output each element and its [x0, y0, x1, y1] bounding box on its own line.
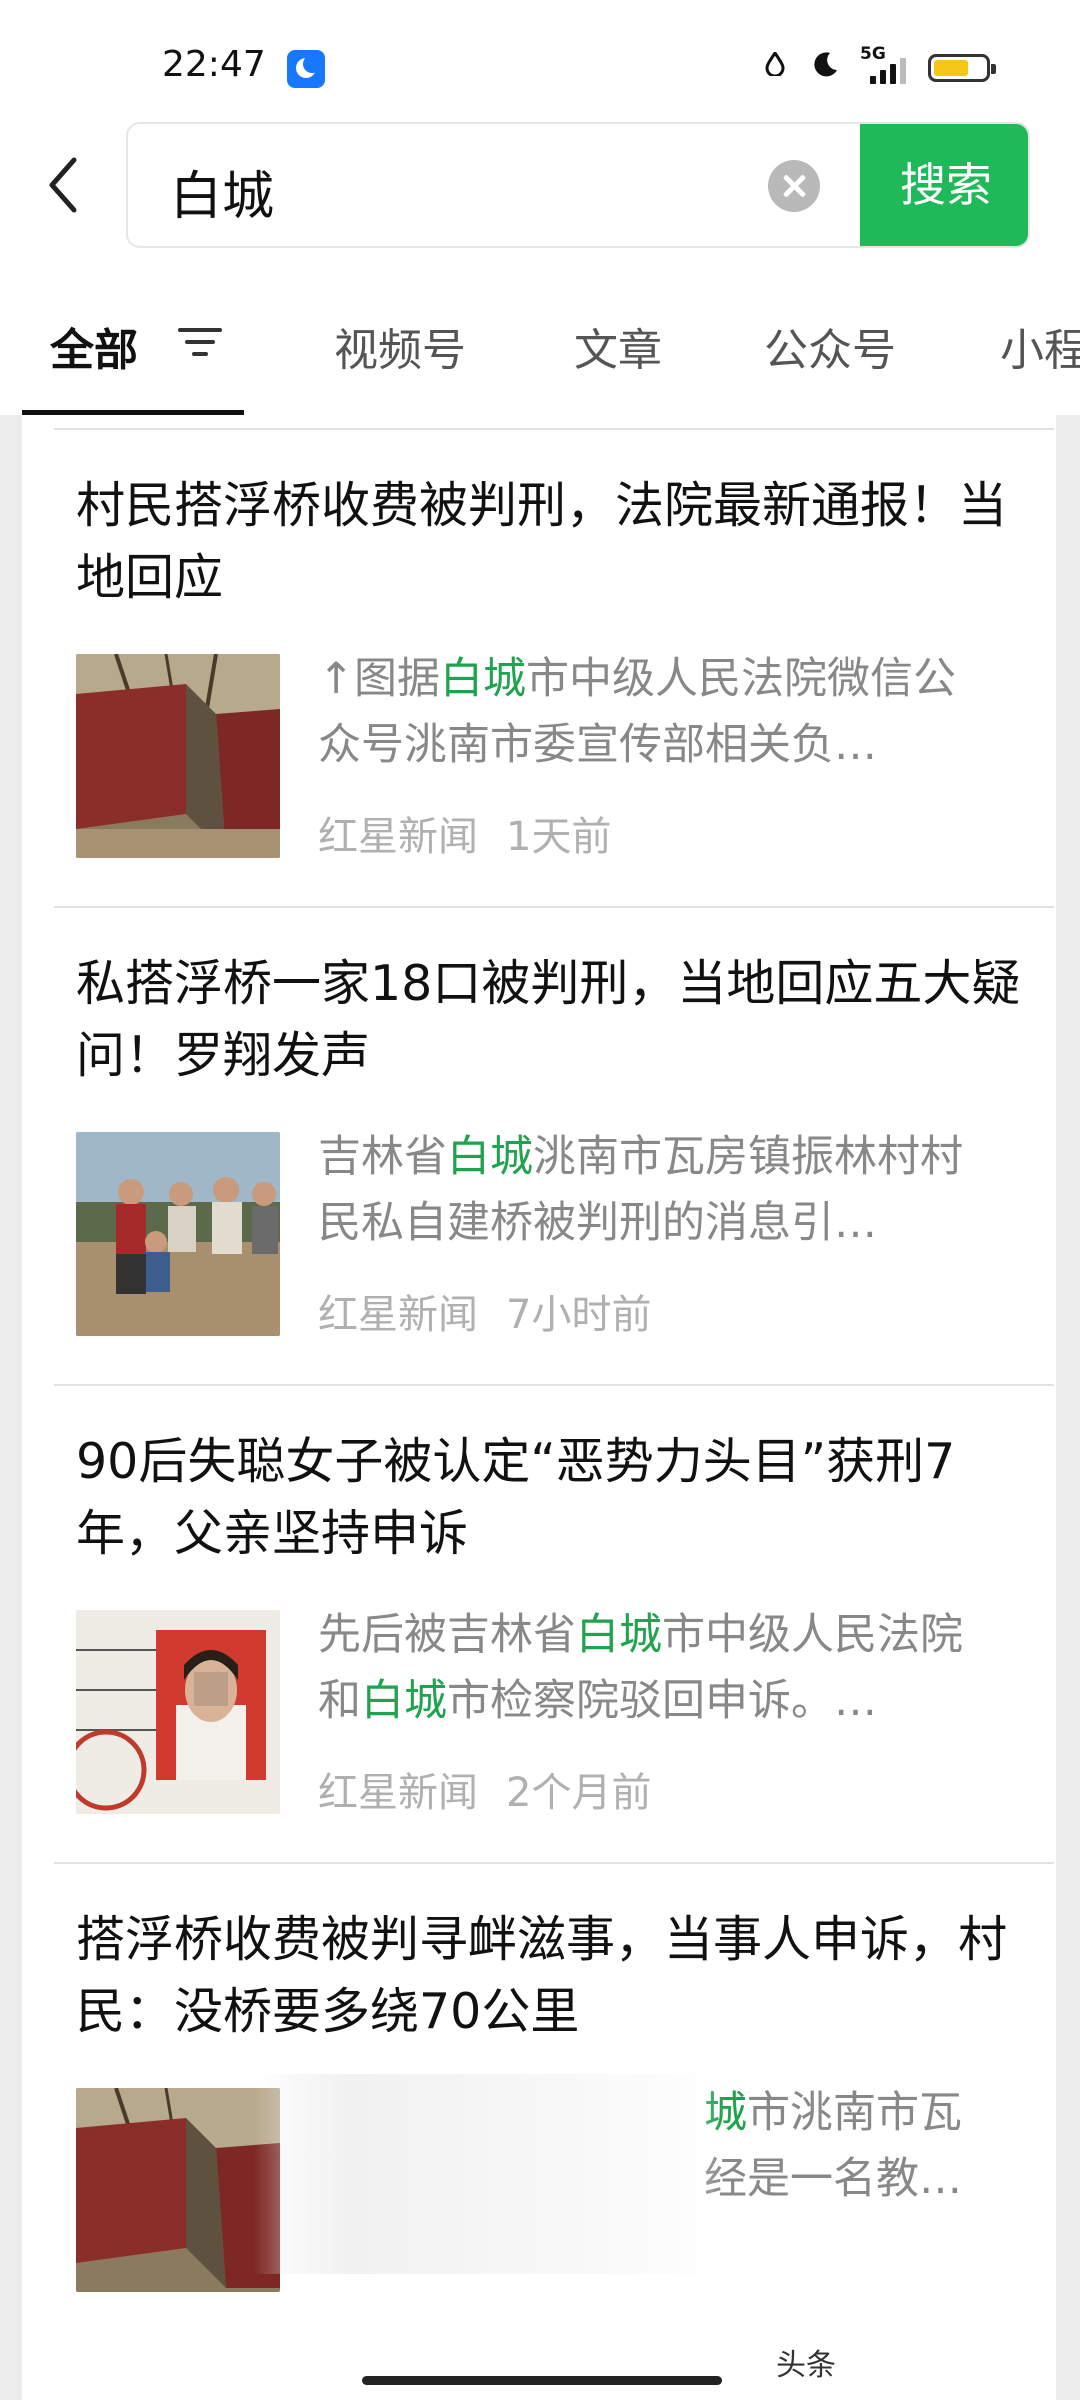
result-time: 7小时前 [506, 1292, 652, 1338]
search-button[interactable]: 搜索 [860, 124, 1028, 246]
status-time: 22:47 [162, 44, 266, 85]
result-source: 红星新闻 [318, 814, 478, 860]
result-item[interactable]: 村民搭浮桥收费被判刑，法院最新通报！当地回应 ↑图据白城市中级人民法院微信公众号… [54, 470, 1054, 910]
result-item[interactable]: 搭浮桥收费被判寻衅滋事，当事人申诉，村民：没桥要多绕70公里 城市洮南市瓦 经是一… [54, 1904, 1054, 2344]
tab-all[interactable]: 全部 [50, 314, 138, 378]
tab-accounts[interactable]: 公众号 [764, 314, 896, 378]
result-time: 2个月前 [506, 1770, 652, 1816]
result-thumbnail [76, 2088, 280, 2292]
result-thumbnail [76, 1132, 280, 1336]
result-time: 1天前 [506, 814, 612, 860]
home-indicator[interactable] [362, 2376, 722, 2385]
result-title[interactable]: 村民搭浮桥收费被判刑，法院最新通报！当地回应 [76, 470, 1036, 614]
tab-channels[interactable]: 视频号 [334, 314, 466, 378]
result-meta: 红星新闻 1天前 [318, 804, 639, 862]
moon-icon [814, 52, 837, 77]
result-meta: 红星新闻 7小时前 [318, 1282, 679, 1340]
result-snippet: ↑图据白城市中级人民法院微信公众号洮南市委宣传部相关负… [318, 654, 957, 770]
clear-icon[interactable] [768, 160, 820, 212]
tab-articles[interactable]: 文章 [574, 314, 662, 378]
result-thumbnail [76, 654, 280, 858]
result-snippet: 吉林省白城洮南市瓦房镇振林村村民私自建桥被判刑的消息引… [318, 1132, 963, 1248]
divider [54, 1384, 1054, 1386]
tab-bar: 全部 视频号 文章 公众号 小程 [0, 290, 1080, 415]
status-bar: 22:47 5G [0, 0, 1080, 120]
result-source: 红星新闻 [318, 1770, 478, 1816]
result-item[interactable]: 90后失聪女子被认定“恶势力头目”获刑7年，父亲坚持申诉 先后被吉林省白城市中级… [54, 1426, 1054, 1866]
divider [54, 1862, 1054, 1864]
network-type: 5G [860, 44, 886, 64]
result-title[interactable]: 私搭浮桥一家18口被判刑，当地回应五大疑问！罗翔发声 [76, 948, 1036, 1092]
divider [54, 428, 1054, 430]
result-thumbnail [76, 1610, 280, 1814]
watermark-logo: 头条 [776, 2348, 836, 2383]
search-box[interactable]: 白城 搜索 [126, 122, 1030, 248]
back-arrow-icon[interactable] [40, 148, 90, 222]
result-source: 红星新闻 [318, 1292, 478, 1338]
tab-mini-programs[interactable]: 小程 [1000, 314, 1080, 378]
blurred-overlay [254, 2074, 724, 2274]
result-meta: 红星新闻 2个月前 [318, 1760, 679, 1818]
battery-icon [928, 54, 996, 82]
top-header: 22:47 5G 白城 搜索 全部 视频号 文章 公众号 小程 [0, 0, 1080, 415]
result-snippet: 城市洮南市瓦 经是一名教… [704, 2088, 962, 2204]
search-input[interactable]: 白城 [170, 154, 274, 229]
do-not-disturb-icon [287, 50, 325, 88]
divider [54, 906, 1054, 908]
result-title[interactable]: 搭浮桥收费被判寻衅滋事，当事人申诉，村民：没桥要多绕70公里 [76, 1904, 1036, 2048]
water-drop-icon [765, 52, 785, 76]
filter-icon[interactable] [178, 322, 222, 362]
result-title[interactable]: 90后失聪女子被认定“恶势力头目”获刑7年，父亲坚持申诉 [76, 1426, 1036, 1570]
result-snippet: 先后被吉林省白城市中级人民法院和白城市检察院驳回申诉。… [318, 1610, 963, 1726]
result-item[interactable]: 私搭浮桥一家18口被判刑，当地回应五大疑问！罗翔发声 吉林省白城洮南市瓦房镇振林… [54, 948, 1054, 1388]
